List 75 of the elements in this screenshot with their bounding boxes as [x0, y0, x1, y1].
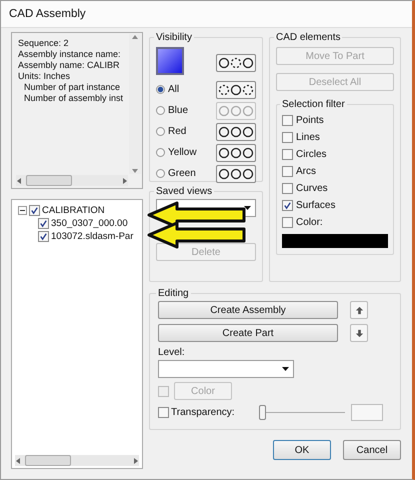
group-label: Selection filter — [281, 99, 346, 110]
window-title: CAD Assembly — [9, 8, 86, 20]
group-label: CAD elements — [275, 32, 342, 43]
info-line: Units: Inches — [18, 71, 72, 82]
checkbox[interactable] — [38, 231, 49, 242]
checkbox[interactable] — [282, 115, 293, 126]
tree-item[interactable]: CALIBRATION — [42, 205, 105, 216]
caret-icon — [244, 206, 251, 210]
checkbox-label: Color: — [296, 217, 323, 228]
caret-icon — [282, 367, 289, 371]
create-part-button[interactable]: Create Part — [158, 324, 338, 342]
scroll-left-icon[interactable] — [16, 178, 22, 184]
radio-button[interactable] — [156, 106, 165, 115]
checkbox-label: Circles — [296, 149, 327, 160]
checkbox-label: Transparency: — [171, 407, 236, 418]
radio-button[interactable] — [156, 169, 165, 178]
move-up-button[interactable] — [350, 301, 368, 319]
radio-label: Blue — [168, 105, 188, 116]
scrollbar[interactable] — [129, 34, 141, 174]
scroll-down-icon[interactable] — [132, 168, 138, 174]
level-dropdown[interactable] — [158, 360, 294, 378]
collapse-icon[interactable] — [18, 206, 27, 215]
tree-item[interactable]: 103072.sldasm-Par — [51, 231, 134, 242]
radio-label: Green — [168, 168, 196, 179]
checkbox[interactable] — [282, 132, 293, 143]
checkbox[interactable] — [158, 407, 169, 418]
radio-label: All — [168, 84, 180, 95]
radio-button[interactable] — [156, 85, 165, 94]
checkbox[interactable] — [282, 149, 293, 160]
radio-button[interactable] — [156, 127, 165, 136]
info-line: Assembly name: CALIBR — [18, 60, 121, 71]
scroll-right-icon[interactable] — [122, 178, 128, 184]
dialog-button[interactable]: Cancel — [343, 440, 401, 460]
level-label: Level: — [158, 347, 186, 358]
checkbox-label: Surfaces — [296, 200, 336, 211]
scrollbar[interactable] — [15, 455, 139, 466]
checkbox[interactable] — [282, 183, 293, 194]
value-field[interactable] — [351, 404, 383, 421]
checkbox-label: Points — [296, 115, 324, 126]
checkbox[interactable] — [38, 218, 49, 229]
up-arrow-icon — [354, 306, 364, 314]
visibility-button[interactable] — [216, 164, 256, 182]
checkbox[interactable] — [282, 217, 293, 228]
transparency-slider[interactable] — [259, 404, 345, 420]
group-label: Saved views — [155, 186, 214, 197]
color-swatch[interactable] — [156, 47, 184, 75]
create-assembly-button[interactable]: Create Assembly — [158, 301, 338, 319]
radio-label: Yellow — [168, 147, 197, 158]
info-line: Assembly instance name: — [18, 49, 122, 60]
checkbox-label: Arcs — [296, 166, 316, 177]
visibility-button[interactable] — [216, 80, 256, 98]
visibility-button[interactable] — [216, 144, 256, 162]
scroll-left-icon[interactable] — [15, 458, 21, 464]
scroll-up-icon[interactable] — [132, 34, 138, 40]
info-line: Sequence: 2 — [18, 38, 70, 49]
checkbox-label: Curves — [296, 183, 328, 194]
visibility-button[interactable] — [216, 54, 256, 72]
scrollbar[interactable] — [16, 175, 128, 186]
info-line: Number of part instance — [23, 82, 122, 93]
checkbox[interactable] — [282, 166, 293, 177]
checkbox[interactable] — [282, 200, 293, 211]
info-line: Number of assembly inst — [23, 93, 124, 104]
visibility-button[interactable] — [216, 122, 256, 140]
color-swatch[interactable] — [282, 234, 388, 248]
radio-button[interactable] — [156, 148, 165, 157]
checkbox-label: Lines — [296, 132, 320, 143]
move-down-button[interactable] — [350, 324, 368, 342]
group-label: Visibility — [155, 32, 193, 43]
tree-item[interactable]: 350_0307_000.00 — [51, 218, 128, 229]
scroll-right-icon[interactable] — [133, 458, 139, 464]
checkbox[interactable] — [29, 205, 40, 216]
dialog-button[interactable]: OK — [273, 440, 331, 460]
group-label: Editing — [157, 288, 190, 299]
radio-label: Red — [168, 126, 186, 137]
down-arrow-icon — [354, 328, 364, 338]
